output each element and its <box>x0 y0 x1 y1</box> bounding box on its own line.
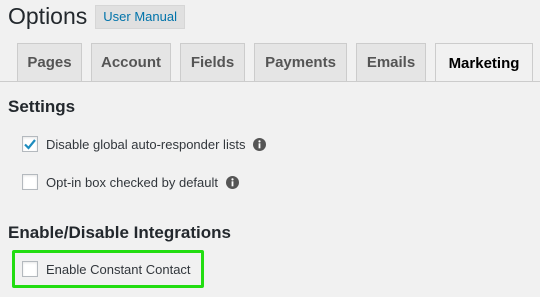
tab-marketing[interactable]: Marketing <box>435 43 533 82</box>
constant-contact-checkbox[interactable] <box>22 261 38 277</box>
disable-autoresponder-checkbox[interactable] <box>22 136 38 152</box>
tab-pages[interactable]: Pages <box>17 43 82 81</box>
disable-autoresponder-label: Disable global auto-responder lists <box>46 136 246 152</box>
tab-payments[interactable]: Payments <box>254 43 347 81</box>
optin-default-label: Opt-in box checked by default <box>46 174 218 190</box>
info-icon[interactable] <box>253 137 267 151</box>
tab-emails[interactable]: Emails <box>356 43 426 81</box>
title-row: Options User Manual <box>8 2 185 30</box>
checkmark-icon <box>24 139 36 150</box>
settings-heading: Settings <box>8 97 76 116</box>
tab-divider <box>0 81 540 82</box>
info-icon[interactable] <box>226 175 239 189</box>
tab-fields[interactable]: Fields <box>180 43 245 81</box>
option-optin-default: Opt-in box checked by default <box>22 174 239 190</box>
option-constant-contact: Enable Constant Contact <box>22 261 191 277</box>
constant-contact-label: Enable Constant Contact <box>46 261 191 277</box>
user-manual-button[interactable]: User Manual <box>95 5 185 29</box>
tab-bar: Pages Account Fields Payments Emails Mar… <box>17 43 540 82</box>
page-title: Options <box>8 3 88 29</box>
option-disable-autoresponder: Disable global auto-responder lists <box>22 136 267 152</box>
optin-default-checkbox[interactable] <box>22 174 38 190</box>
tab-account[interactable]: Account <box>91 43 171 81</box>
integrations-heading: Enable/Disable Integrations <box>8 223 231 242</box>
